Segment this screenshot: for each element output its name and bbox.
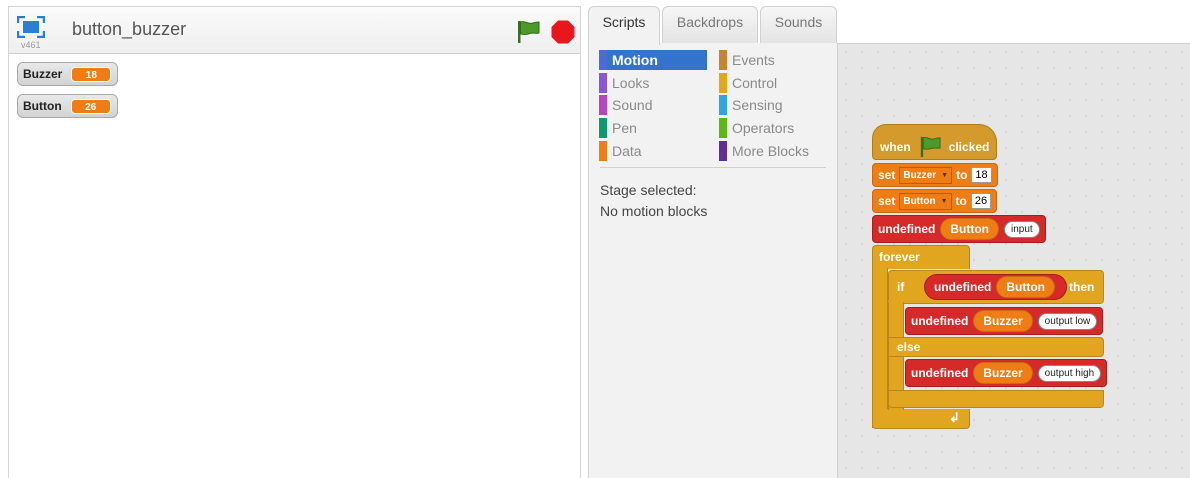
watcher-name: Button [23, 99, 62, 113]
dropdown-value: Button [903, 195, 936, 207]
loop-arrow-icon: ↲ [949, 410, 960, 425]
forever-left-arm [872, 268, 888, 428]
block-palette: Motion Looks Sound Pen Data Events Contr… [588, 43, 838, 478]
forever-label: forever [879, 250, 920, 264]
palette-message-line: Stage selected: [600, 182, 697, 198]
category-events[interactable]: Events [719, 50, 827, 70]
category-sensing[interactable]: Sensing [719, 95, 827, 115]
digital-write-block[interactable]: undefined Buzzer output high [905, 359, 1108, 387]
stop-icon[interactable] [551, 20, 575, 44]
category-color-bar [599, 118, 607, 138]
green-flag-icon[interactable] [515, 20, 541, 44]
block-text: undefined [911, 314, 969, 328]
category-more-blocks[interactable]: More Blocks [719, 141, 827, 161]
mode-dropdown[interactable]: output low [1037, 312, 1098, 330]
category-color-bar [599, 50, 607, 70]
script-area[interactable]: when clicked set Buzzer ▼ to 18 set Butto… [838, 43, 1190, 478]
category-color-bar [719, 118, 727, 138]
tab-sounds[interactable]: Sounds [760, 6, 837, 44]
category-label: Sensing [732, 97, 783, 113]
watcher-value: 26 [70, 98, 111, 114]
if-label: if [897, 280, 905, 294]
if-bottom-arm [888, 390, 1104, 408]
watcher-buzzer[interactable]: Buzzer 18 [17, 62, 119, 86]
block-text: clicked [948, 139, 990, 154]
value-input[interactable]: 18 [971, 167, 992, 183]
palette-message: Stage selected: No motion blocks [600, 180, 707, 222]
when-flag-clicked-block[interactable]: when clicked [872, 124, 998, 160]
pin-reporter[interactable]: Button [940, 218, 999, 240]
dropdown-arrow-icon: ▼ [941, 171, 949, 179]
block-text: to [956, 168, 968, 182]
block-text: when [880, 139, 911, 154]
dropdown-value: Buzzer [903, 169, 937, 181]
category-control[interactable]: Control [719, 73, 827, 93]
palette-divider [600, 167, 826, 168]
category-label: Looks [612, 75, 650, 91]
block-text: set [878, 168, 896, 182]
category-label: More Blocks [732, 143, 810, 159]
variable-dropdown[interactable]: Button ▼ [899, 192, 952, 210]
variable-dropdown[interactable]: Buzzer ▼ [899, 166, 953, 184]
mode-dropdown[interactable]: input [1003, 220, 1040, 238]
block-text: to [955, 194, 967, 208]
watcher-button[interactable]: Button 26 [17, 94, 118, 118]
category-looks[interactable]: Looks [599, 73, 707, 93]
pin-reporter[interactable]: Buzzer [973, 362, 1033, 384]
category-color-bar [599, 141, 607, 161]
value-input[interactable]: 26 [970, 193, 992, 209]
pin-reporter[interactable]: Buzzer [973, 310, 1033, 332]
version-label: v461 [21, 40, 41, 50]
category-motion[interactable]: Motion [599, 50, 707, 70]
category-color-bar [719, 50, 727, 70]
category-label: Pen [612, 120, 637, 136]
fullscreen-icon[interactable] [17, 16, 45, 38]
palette-message-line: No motion blocks [600, 203, 708, 219]
stage-header: v461 button_buzzer [9, 7, 580, 54]
set-variable-block[interactable]: set Button ▼ to 26 [872, 189, 998, 213]
category-label: Data [612, 143, 642, 159]
digital-read-block[interactable]: undefined Button [924, 274, 1067, 300]
set-variable-block[interactable]: set Buzzer ▼ to 18 [872, 163, 998, 187]
green-flag-icon [920, 136, 941, 157]
category-pen[interactable]: Pen [599, 118, 707, 138]
tab-backdrops[interactable]: Backdrops [662, 6, 758, 44]
tab-scripts[interactable]: Scripts [588, 6, 660, 45]
category-color-bar [719, 95, 727, 115]
dropdown-arrow-icon: ▼ [940, 197, 948, 205]
mode-dropdown[interactable]: output high [1037, 364, 1102, 382]
category-label: Operators [732, 120, 795, 136]
category-color-bar [599, 95, 607, 115]
block-text: undefined [878, 222, 936, 236]
pin-mode-block[interactable]: undefined Button input [872, 215, 1046, 243]
else-arm [888, 337, 1104, 357]
block-text: undefined [911, 366, 969, 380]
category-sound[interactable]: Sound [599, 95, 707, 115]
category-label: Control [732, 75, 778, 91]
category-label: Motion [612, 52, 658, 68]
category-color-bar [719, 141, 727, 161]
watcher-name: Buzzer [23, 67, 63, 81]
stage-panel: v461 button_buzzer Buzzer 18 Button 26 [8, 6, 581, 478]
category-color-bar [599, 73, 607, 93]
category-label: Events [732, 52, 775, 68]
category-data[interactable]: Data [599, 141, 707, 161]
category-operators[interactable]: Operators [719, 118, 827, 138]
else-label: else [897, 340, 921, 354]
category-color-bar [719, 73, 727, 93]
block-text: set [878, 194, 896, 208]
category-label: Sound [612, 97, 653, 113]
block-text: undefined [934, 280, 992, 294]
then-label: then [1069, 280, 1095, 294]
project-title[interactable]: button_buzzer [72, 19, 186, 40]
digital-write-block[interactable]: undefined Buzzer output low [905, 307, 1104, 335]
watcher-value: 18 [71, 66, 112, 82]
pin-reporter[interactable]: Button [996, 276, 1055, 298]
